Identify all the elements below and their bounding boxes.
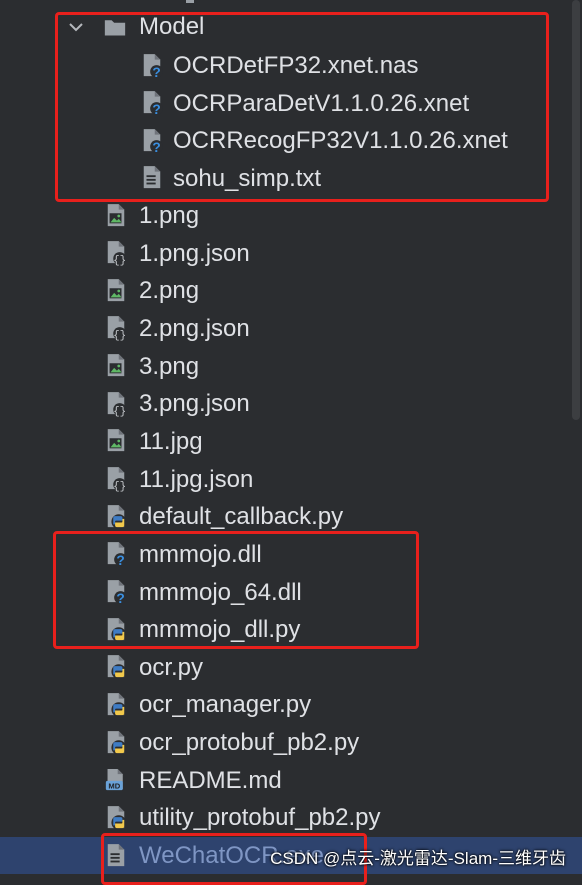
tree-file-label: mmmojo_64.dll — [139, 578, 302, 606]
unknown-file-icon: ? — [105, 541, 127, 568]
tree-file-item[interactable]: sohu_simp.txt — [0, 160, 568, 197]
tree-file-label: 2.png.json — [139, 314, 250, 342]
svg-text:{}: {} — [113, 255, 126, 267]
json-file-icon: {} — [105, 391, 127, 418]
folder-icon — [104, 14, 126, 40]
tree-file-item[interactable]: ? mmmojo_64.dll — [0, 574, 568, 611]
project-file-tree: Model ? OCRDetFP32.xnet.nas? OCRParaDetV1.… — [0, 0, 582, 885]
json-file-icon: {} — [105, 240, 127, 267]
tree-file-label: ocr_manager.py — [139, 691, 312, 719]
tree-file-label: 11.jpg — [139, 427, 203, 455]
tree-file-label: ocr_protobuf_pb2.py — [139, 729, 360, 757]
unknown-file-icon: ? — [141, 53, 163, 80]
image-file-icon — [105, 203, 127, 229]
tree-file-label: OCRRecogFP32V1.1.0.26.xnet — [173, 127, 508, 155]
text-file-icon — [141, 165, 163, 191]
tree-file-item[interactable]: 1.png — [0, 197, 568, 234]
tree-file-item[interactable]: ? mmmojo.dll — [0, 536, 568, 573]
tree-file-label: 1.png.json — [139, 239, 250, 267]
image-file-icon — [105, 428, 127, 454]
tree-file-label: mmmojo_dll.py — [139, 616, 301, 644]
watermark-text: CSDN @点云-激光雷达-Slam-三维牙齿 — [270, 849, 566, 868]
svg-text:{}: {} — [113, 481, 126, 493]
tree-file-item[interactable]: ocr_protobuf_pb2.py — [0, 724, 568, 761]
tree-file-item[interactable]: 11.jpg — [0, 423, 568, 460]
text-file-icon — [105, 843, 127, 869]
tree-file-item[interactable]: ocr_manager.py — [0, 686, 568, 723]
tree-file-label: mmmojo.dll — [139, 540, 262, 568]
unknown-file-icon: ? — [141, 128, 163, 155]
tree-file-label: OCRParaDetV1.1.0.26.xnet — [173, 89, 470, 117]
tree-file-label: OCRDetFP32.xnet.nas — [173, 52, 419, 79]
json-file-icon: {} — [105, 315, 127, 343]
vertical-scrollbar[interactable] — [572, 0, 580, 420]
tree-file-label: ocr.py — [139, 653, 204, 681]
svg-text:?: ? — [152, 65, 160, 80]
image-file-icon — [105, 353, 127, 379]
tree-file-item[interactable]: {} 2.png.json — [0, 310, 568, 347]
tree-file-label: 3.png — [139, 352, 200, 380]
tree-file-item[interactable]: 2.png — [0, 272, 568, 309]
svg-text:{}: {} — [113, 331, 126, 343]
tree-file-label: utility_protobuf_pb2.py — [139, 804, 381, 832]
svg-text:?: ? — [152, 140, 160, 155]
tree-file-item[interactable]: ocr.py — [0, 649, 568, 686]
tree-file-item[interactable]: ? OCRDetFP32.xnet.nas — [0, 47, 568, 84]
tree-file-label: default_callback.py — [139, 503, 344, 531]
tree-file-label: 1.png — [139, 202, 200, 229]
unknown-file-icon: ? — [141, 90, 163, 117]
tree-file-item[interactable]: {} 3.png.json — [0, 385, 568, 422]
image-file-icon — [105, 278, 127, 304]
tree-file-item[interactable]: ? OCRParaDetV1.1.0.26.xnet — [0, 85, 568, 122]
tree-file-item[interactable]: utility_protobuf_pb2.py — [0, 799, 568, 836]
svg-text:{}: {} — [113, 406, 126, 418]
folder-label: Model — [139, 13, 205, 40]
svg-text:?: ? — [116, 553, 124, 568]
unknown-file-icon: ? — [105, 579, 127, 606]
python-file-icon — [105, 730, 127, 756]
json-file-icon: {} — [105, 466, 127, 493]
tree-file-label: 11.jpg.json — [139, 465, 254, 493]
tree-file-label: sohu_simp.txt — [173, 164, 322, 192]
tree-file-item[interactable]: {} 1.png.json — [0, 235, 568, 272]
tree-file-label: 3.png.json — [139, 390, 250, 418]
markdown-file-icon: MD — [105, 767, 127, 793]
python-file-icon — [105, 654, 127, 680]
tree-top-stub — [186, 0, 194, 3]
python-file-icon — [105, 805, 127, 831]
python-file-icon — [105, 504, 127, 530]
tree-folder-model[interactable]: Model — [0, 8, 568, 45]
tree-file-label: 2.png — [139, 277, 200, 305]
tree-file-item[interactable]: {} 11.jpg.json — [0, 461, 568, 498]
tree-file-item[interactable]: mmmojo_dll.py — [0, 611, 568, 648]
tree-file-item[interactable]: MD README.md — [0, 762, 568, 799]
chevron-down-icon[interactable] — [66, 17, 86, 37]
tree-file-item[interactable]: ? OCRRecogFP32V1.1.0.26.xnet — [0, 122, 568, 159]
python-file-icon — [105, 617, 127, 643]
svg-text:?: ? — [116, 591, 124, 606]
svg-text:MD: MD — [108, 782, 120, 791]
tree-file-item[interactable]: default_callback.py — [0, 498, 568, 535]
python-file-icon — [105, 692, 127, 718]
tree-file-item[interactable]: 3.png — [0, 348, 568, 385]
tree-file-label: README.md — [139, 766, 282, 794]
svg-text:?: ? — [152, 102, 160, 117]
